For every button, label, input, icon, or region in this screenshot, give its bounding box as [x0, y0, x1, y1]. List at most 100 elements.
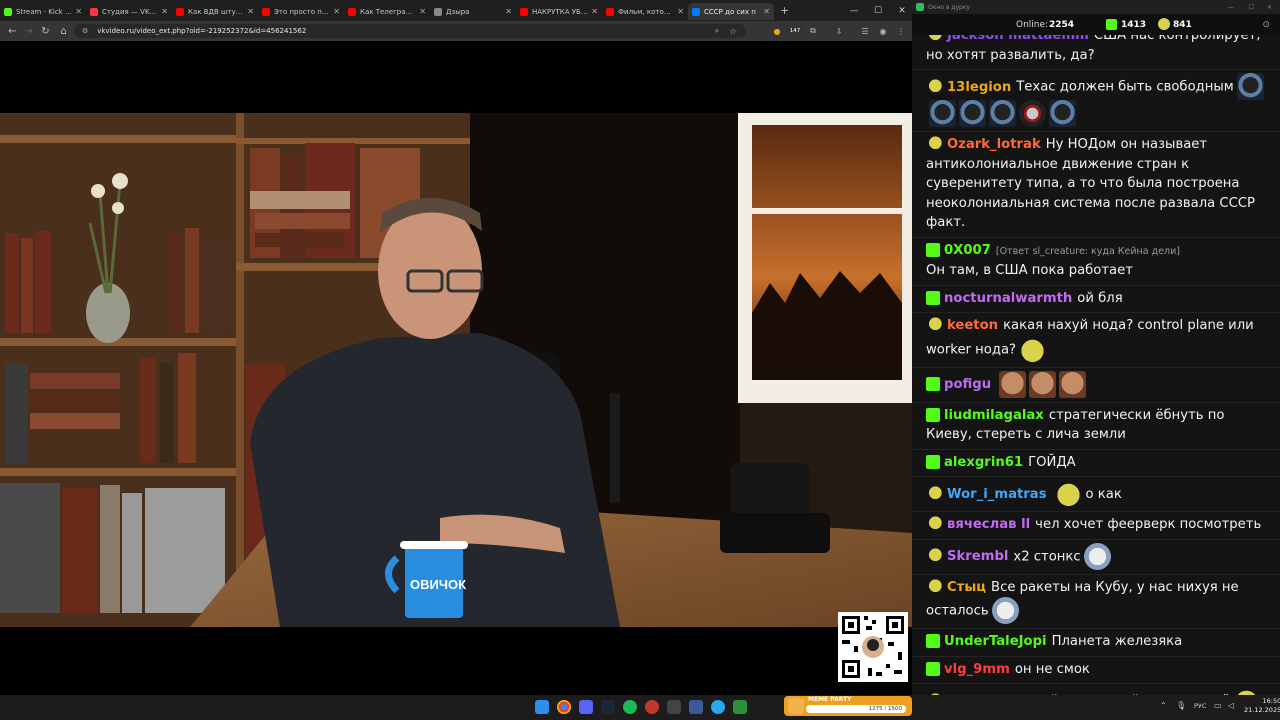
chat-username[interactable]: liudmilagalax	[944, 408, 1044, 423]
tab-close-icon[interactable]: ✕	[677, 7, 684, 16]
tab-close-icon[interactable]: ✕	[763, 7, 770, 16]
browser-tab[interactable]: Дзыра ✕	[430, 3, 516, 20]
chat-message[interactable]: alexgrin61 ГОЙДА	[912, 450, 1280, 477]
browser-tab[interactable]: НАКРУТКА УБИВАЕ✕	[516, 3, 602, 20]
chat-username[interactable]: pofigu	[944, 377, 991, 392]
chrome-taskbar-icon[interactable]	[557, 700, 571, 714]
chat-message[interactable]: liudmilagalax стратегически ёбнуть по Кие…	[912, 403, 1280, 450]
back-arrow-icon[interactable]: ←	[4, 26, 21, 37]
tab-close-icon[interactable]: ✕	[247, 7, 254, 16]
chat-username[interactable]: vlg_9mm	[944, 662, 1010, 677]
tab-close-icon[interactable]: ✕	[161, 7, 168, 16]
chat-message[interactable]: Skrembl x2 стонкс	[912, 540, 1280, 575]
url-text[interactable]: vkvideo.ru/video_ext.php?oid=-219252372&…	[97, 27, 306, 35]
network-icon[interactable]: ▭	[1214, 701, 1222, 710]
meme-party-widget[interactable]: MEME PARTY 1275 / 1500	[784, 696, 912, 716]
chat-username[interactable]: UnderTaleJopi	[944, 634, 1047, 649]
extension-icon[interactable]: ●	[770, 24, 784, 38]
tab-close-icon[interactable]: ✕	[333, 7, 340, 16]
tab-close-icon[interactable]: ✕	[591, 7, 598, 16]
address-bar[interactable]: ⚙ vkvideo.ru/video_ext.php?oid=-21925237…	[74, 24, 746, 38]
app-taskbar-icon[interactable]	[645, 700, 659, 714]
chat-message[interactable]: pofigu	[912, 368, 1280, 403]
chat-username[interactable]: Стыц	[947, 580, 986, 595]
site-info-icon[interactable]: ⚙	[82, 27, 88, 35]
chat-username[interactable]: Jackson mattaemm	[947, 35, 1089, 43]
extension-badge[interactable]: 147	[786, 24, 804, 38]
kick-logo-icon	[1106, 19, 1117, 30]
forward-arrow-icon[interactable]: →	[20, 26, 37, 37]
new-tab-button[interactable]: +	[780, 4, 789, 17]
download-icon[interactable]: ⇩	[832, 24, 846, 38]
chat-taskbar-icon[interactable]	[733, 700, 747, 714]
mask-emote-icon	[1236, 73, 1264, 100]
chat-message[interactable]: 0X007 [Ответ sl_creature: куда Кейна дели…	[912, 238, 1280, 286]
chat-message[interactable]: keeton какая нахуй нода? control plane ил…	[912, 313, 1280, 368]
microphone-icon[interactable]: 🎙	[1176, 701, 1186, 710]
chat-settings-icon[interactable]: ⊙	[1262, 20, 1270, 30]
browser-tab[interactable]: Фильм, который с✕	[602, 3, 688, 20]
chat-message[interactable]: Jackson mattaemm США нас контролирует, но…	[912, 35, 1280, 70]
chat-maximize-button[interactable]: ☐	[1249, 4, 1254, 11]
close-window-button[interactable]: ✕	[890, 0, 914, 21]
video-viewport[interactable]: ОВИЧОК	[0, 41, 912, 695]
browser-tab[interactable]: Это просто провал✕	[258, 3, 344, 20]
bookmark-star-icon[interactable]: ☆	[726, 24, 740, 38]
tab-close-icon[interactable]: ✕	[505, 7, 512, 16]
tab-close-icon[interactable]: ✕	[419, 7, 426, 16]
browser-tab-strip: Stream - Kick Dashb✕Студия — VK Видео✕Ка…	[0, 0, 912, 21]
kick-badge-icon	[926, 661, 940, 676]
tab-close-icon[interactable]: ✕	[75, 7, 82, 16]
chat-message[interactable]: nocturnalwarmth ой бля	[912, 286, 1280, 313]
chat-username[interactable]: keeton	[947, 318, 998, 333]
chat-minimize-button[interactable]: —	[1228, 4, 1234, 11]
telegram-taskbar-icon[interactable]	[711, 700, 725, 714]
browser-menu-icon[interactable]: ⋮	[894, 24, 908, 38]
tray-chevron-icon[interactable]: ⌃	[1160, 701, 1167, 710]
input-language[interactable]: РУС	[1194, 702, 1206, 710]
chat-username[interactable]: Ozark_lotrak	[947, 137, 1041, 152]
player-taskbar-icon[interactable]	[689, 700, 703, 714]
browser-tab[interactable]: СССР до сих п ✕	[688, 3, 774, 20]
volume-icon[interactable]: ◁	[1228, 701, 1234, 710]
chat-message[interactable]: vlg_9mm он не смок	[912, 657, 1280, 684]
chat-message[interactable]: Ozark_lotrak Ну НОДом он называет антикол…	[912, 132, 1280, 238]
tab-search-icon[interactable]: ☰	[858, 24, 872, 38]
obs-taskbar-icon[interactable]	[667, 700, 681, 714]
chat-username[interactable]: alexgrin61	[944, 455, 1023, 470]
chat-message[interactable]: UnderTaleJopi Планета железяка	[912, 629, 1280, 657]
video-frame[interactable]: ОВИЧОК	[0, 113, 912, 627]
mask-emote-icon	[959, 100, 986, 127]
maximize-button[interactable]: ☐	[866, 0, 890, 21]
minimize-button[interactable]: —	[842, 0, 866, 21]
chat-message-list[interactable]: Jackson mattaemm США нас контролирует, но…	[912, 35, 1280, 695]
spotify-taskbar-icon[interactable]	[623, 700, 637, 714]
chat-username[interactable]: Skrembl	[947, 549, 1008, 564]
chat-username[interactable]: Wor_i_matras	[947, 487, 1047, 502]
chat-message[interactable]: Wor_i_matras о как	[912, 477, 1280, 512]
chat-username[interactable]: 0X007	[944, 243, 991, 258]
reload-icon[interactable]: ↻	[37, 26, 54, 37]
chat-message[interactable]: 13legion Техас должен быть свободным	[912, 70, 1280, 132]
chat-window-titlebar[interactable]: Окно в дурку — ☐ ✕	[912, 0, 1280, 14]
chat-message[interactable]: Стыц Все ракеты на Кубу, у нас нихуя не о…	[912, 575, 1280, 629]
chat-message[interactable]: Киличеккакой заяц какой волк ээх всё	[912, 684, 1280, 695]
profile-avatar-icon[interactable]: ◉	[876, 24, 890, 38]
chat-username[interactable]: 13legion	[947, 80, 1011, 95]
steam-taskbar-icon[interactable]	[601, 700, 615, 714]
browser-tab[interactable]: Как Телеграм-канал✕	[344, 3, 430, 20]
chat-username[interactable]: вячеслав ll	[947, 517, 1030, 532]
chat-username[interactable]: nocturnalwarmth	[944, 291, 1072, 306]
chat-close-button[interactable]: ✕	[1267, 4, 1272, 11]
tray-clock[interactable]: 16:50 21.12.2025	[1244, 697, 1280, 715]
extensions-puzzle-icon[interactable]: ⧉	[806, 24, 820, 38]
chat-message[interactable]: вячеслав ll чел хочет феерверк посмотреть	[912, 512, 1280, 540]
zoom-icon[interactable]: ⌕	[710, 24, 724, 38]
tab-favicon-icon	[348, 7, 356, 16]
start-menu-icon[interactable]	[535, 700, 549, 714]
browser-tab[interactable]: Как ВДВ штурмуют✕	[172, 3, 258, 20]
home-icon[interactable]: ⌂	[55, 26, 72, 37]
discord-taskbar-icon[interactable]	[579, 700, 593, 714]
browser-tab[interactable]: Stream - Kick Dashb✕	[0, 3, 86, 20]
browser-tab[interactable]: Студия — VK Видео✕	[86, 3, 172, 20]
